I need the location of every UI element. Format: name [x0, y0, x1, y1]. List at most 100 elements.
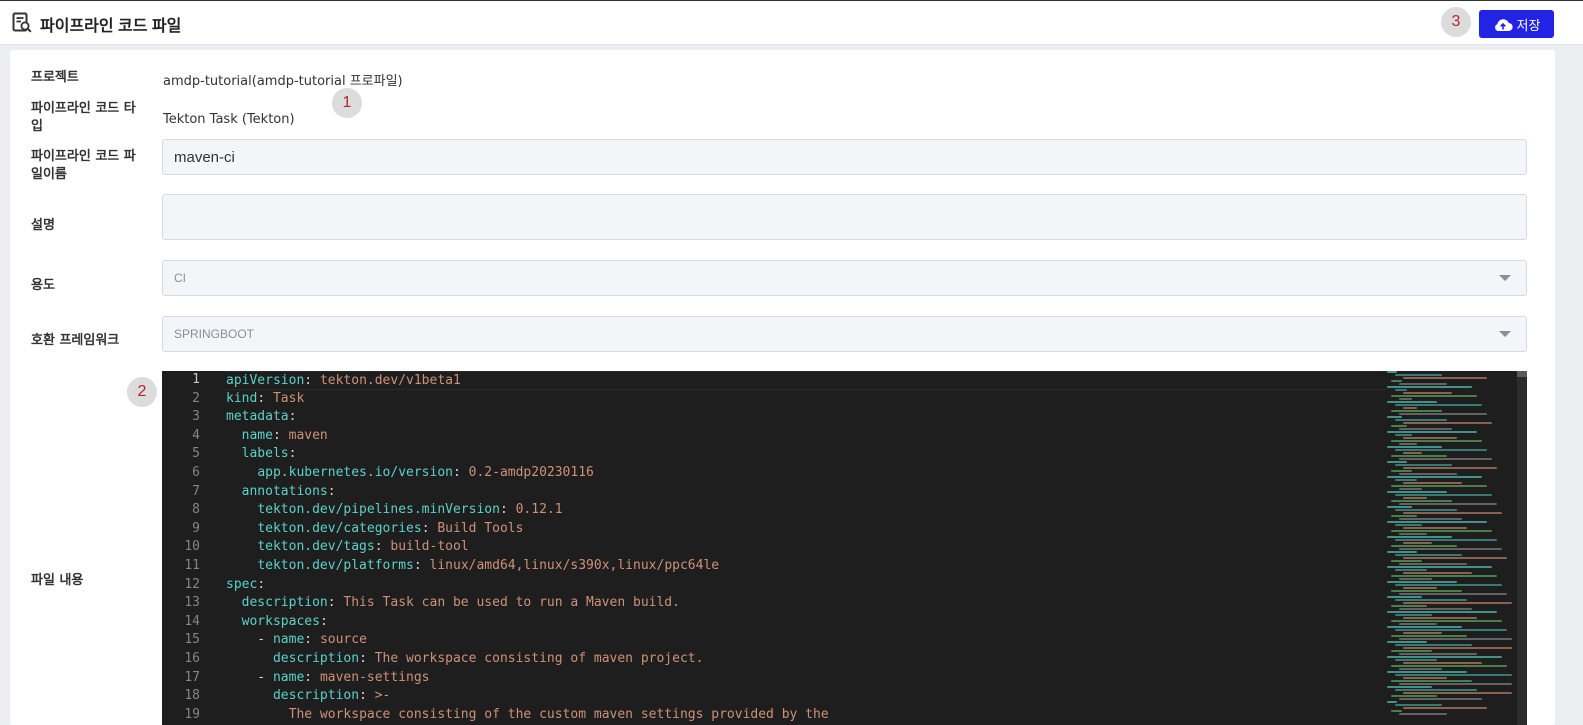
minimap-line — [1399, 683, 1512, 685]
minimap-line — [1403, 587, 1437, 589]
minimap-line — [1391, 710, 1402, 712]
minimap-line — [1403, 512, 1502, 514]
type-label-line2: 입 — [31, 119, 43, 134]
line-number: 7 — [192, 483, 200, 499]
top-bar: 파이프라인 코드 파일 3 저장 — [0, 0, 1583, 45]
code-line: app.kubernetes.io/version: 0.2-amdp20230… — [257, 464, 594, 480]
code-line: description: The workspace consisting of… — [272, 650, 704, 666]
minimap-line — [1399, 383, 1447, 385]
usage-select[interactable]: CI — [162, 260, 1527, 296]
filename-label: 파이프라인 코드 파 일이름 — [31, 148, 136, 184]
minimap-line — [1395, 524, 1422, 526]
description-input[interactable] — [162, 194, 1527, 240]
minimap-line — [1399, 653, 1477, 655]
code-line: tekton.dev/pipelines.minVersion: 0.12.1 — [257, 502, 563, 518]
minimap-line — [1387, 611, 1497, 613]
minimap-line — [1399, 503, 1497, 505]
minimap-line — [1399, 533, 1427, 535]
minimap-line — [1387, 671, 1467, 673]
filename-label-line2: 일이름 — [31, 167, 67, 182]
minimap-line — [1387, 446, 1442, 448]
minimap-line — [1391, 515, 1417, 517]
framework-label: 호환 프레임워크 — [31, 333, 120, 348]
minimap-line — [1403, 392, 1452, 394]
minimap-line — [1387, 686, 1432, 688]
line-number: 5 — [192, 446, 200, 462]
minimap-line — [1399, 488, 1422, 490]
minimap-line — [1403, 662, 1482, 664]
line-number: 16 — [184, 650, 200, 666]
line-number: 17 — [184, 669, 200, 685]
type-label: 파이프라인 코드 타 입 — [31, 100, 136, 136]
line-number: 3 — [192, 409, 200, 425]
minimap-line — [1391, 500, 1452, 502]
minimap-line — [1387, 566, 1492, 568]
minimap-line — [1399, 458, 1492, 460]
minimap-line — [1403, 617, 1477, 619]
minimap-line — [1387, 701, 1397, 703]
code-editor[interactable]: 1 2 3 4 5 6 7 8 9 10 11 12 13 14 15 16 17 18 19 apiVersion… — [162, 371, 1527, 725]
minimap-line — [1395, 404, 1482, 406]
code-minimap[interactable] — [1387, 371, 1517, 725]
minimap-line — [1391, 395, 1477, 397]
minimap-line — [1403, 572, 1472, 574]
minimap-line — [1399, 443, 1417, 445]
minimap-line — [1395, 419, 1447, 421]
minimap-line — [1395, 659, 1437, 661]
minimap-line — [1391, 530, 1492, 532]
code-line: tekton.dev/tags: build-tool — [257, 539, 469, 555]
code-line: tekton.dev/platforms: linux/amd64,linux/… — [257, 557, 720, 573]
minimap-line — [1403, 497, 1427, 499]
minimap-line — [1403, 407, 1417, 409]
minimap-line — [1387, 656, 1502, 658]
minimap-line — [1403, 542, 1432, 544]
line-number: 1 — [192, 372, 200, 387]
minimap-line — [1403, 707, 1487, 709]
code-line: name: maven — [241, 427, 328, 443]
document-search-icon — [12, 12, 32, 33]
minimap-line — [1391, 665, 1507, 667]
minimap-line — [1399, 428, 1452, 430]
code-line: The workspace consisting of the custom m… — [288, 706, 829, 722]
editor-scroll-thumb[interactable] — [1517, 371, 1527, 377]
minimap-line — [1391, 590, 1462, 592]
code-line: description: This Task can be used to ru… — [241, 595, 680, 611]
minimap-line — [1403, 602, 1512, 604]
minimap-line — [1403, 557, 1507, 559]
framework-select[interactable]: SPRINGBOOT — [162, 316, 1527, 352]
minimap-line — [1387, 551, 1417, 553]
annotation-badge-editor: 2 — [127, 377, 157, 407]
minimap-line — [1403, 467, 1497, 469]
minimap-line — [1399, 638, 1512, 640]
filename-input[interactable]: maven-ci — [162, 139, 1527, 175]
minimap-line — [1387, 581, 1457, 583]
minimap-line — [1395, 554, 1462, 556]
line-number: 4 — [192, 427, 200, 443]
framework-select-value: SPRINGBOOT — [174, 327, 255, 341]
minimap-line — [1399, 713, 1447, 715]
filename-label-line1: 파이프라인 코드 파 — [31, 149, 136, 164]
minimap-line — [1387, 461, 1407, 463]
code-line: apiVersion: tekton.dev/v1beta1 — [226, 371, 1387, 390]
line-number: 6 — [192, 464, 200, 480]
minimap-line — [1387, 476, 1482, 478]
code-area[interactable]: apiVersion: tekton.dev/v1beta1 kind: Task… — [226, 371, 1387, 724]
editor-scrollbar[interactable] — [1517, 371, 1527, 725]
line-number: 15 — [184, 632, 200, 648]
usage-select-value: CI — [174, 271, 186, 285]
minimap-line — [1399, 398, 1412, 400]
minimap-line — [1403, 437, 1457, 439]
minimap-line — [1403, 647, 1512, 649]
minimap-line — [1387, 431, 1477, 433]
line-number: 12 — [184, 576, 200, 592]
minimap-line — [1391, 470, 1412, 472]
minimap-line — [1399, 578, 1432, 580]
chevron-down-icon — [1499, 331, 1511, 337]
save-button[interactable]: 저장 — [1479, 10, 1554, 38]
minimap-line — [1403, 377, 1487, 379]
minimap-line — [1395, 644, 1472, 646]
minimap-line — [1391, 650, 1432, 652]
minimap-line — [1399, 608, 1472, 610]
code-line: workspaces: — [241, 613, 328, 629]
minimap-line — [1395, 674, 1512, 676]
